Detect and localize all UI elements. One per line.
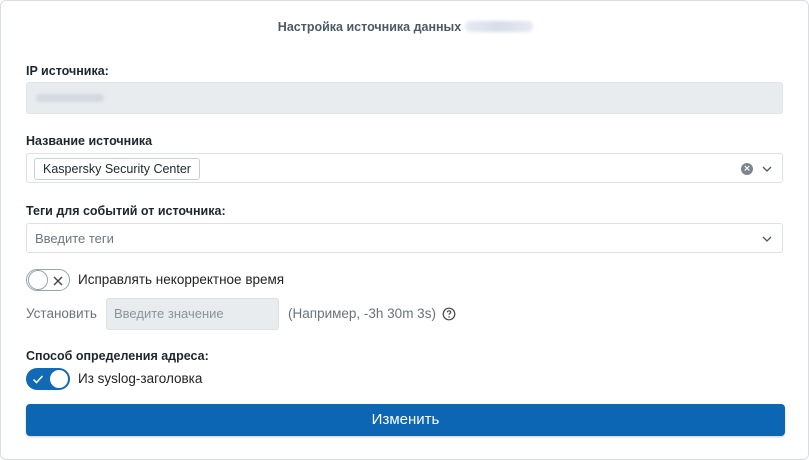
help-icon[interactable]	[442, 307, 456, 321]
clear-icon[interactable]: ×	[741, 163, 753, 175]
dialog-title-text: Настройка источника данных	[277, 20, 462, 34]
fix-time-label: Исправлять некорректное время	[78, 272, 285, 287]
redacted-source-name	[465, 21, 534, 32]
source-name-select[interactable]: Kaspersky Security Center ×	[26, 153, 783, 183]
selected-source-chip: Kaspersky Security Center	[34, 158, 200, 180]
source-name-label: Название источника	[26, 134, 153, 148]
submit-button[interactable]: Изменить	[26, 404, 785, 436]
time-offset-hint: (Например, -3h 30m 3s)	[288, 306, 436, 321]
toggle-knob	[28, 270, 48, 290]
fix-time-toggle[interactable]	[26, 269, 70, 291]
syslog-header-label: Из syslog-заголовка	[78, 371, 203, 386]
source-ip-field	[26, 82, 783, 114]
source-ip-label: IP источника:	[26, 64, 109, 78]
time-offset-input[interactable]: Введите значение	[106, 298, 279, 330]
redacted-ip-value	[36, 94, 104, 102]
tags-select[interactable]: Введите теги	[26, 223, 783, 253]
source-settings-dialog: Настройка источника данных IP источника:…	[0, 0, 809, 460]
chevron-down-icon[interactable]	[761, 233, 773, 245]
dialog-title: Настройка источника данных	[1, 20, 809, 34]
set-label: Установить	[26, 306, 97, 321]
cross-icon	[53, 276, 63, 286]
tags-label: Теги для событий от источника:	[26, 204, 226, 218]
tags-placeholder: Введите теги	[35, 231, 114, 246]
toggle-knob	[49, 369, 69, 389]
chevron-down-icon[interactable]	[761, 163, 773, 175]
check-icon	[32, 375, 44, 384]
syslog-header-toggle[interactable]	[26, 368, 70, 390]
address-method-label: Способ определения адреса:	[26, 349, 209, 363]
